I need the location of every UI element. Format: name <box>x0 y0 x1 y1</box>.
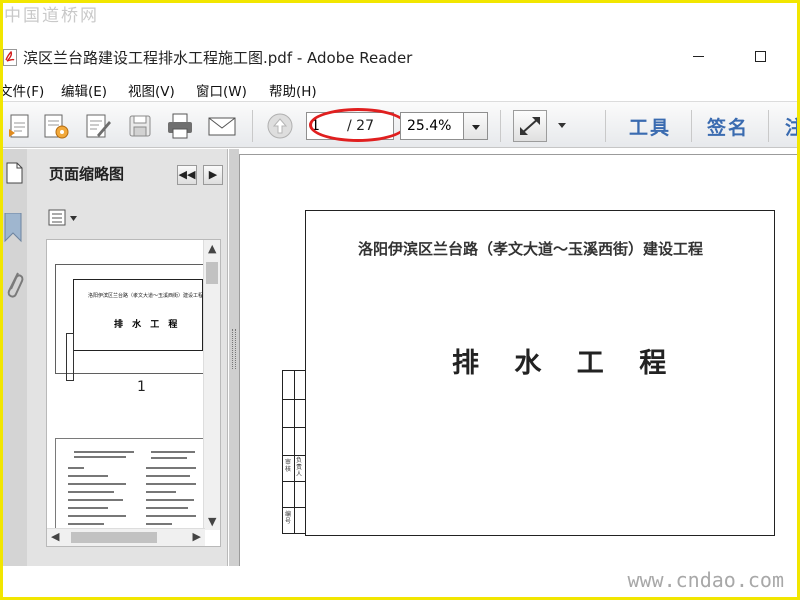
fit-page-button[interactable] <box>513 110 547 142</box>
scroll-up-arrow-icon[interactable]: ▲ <box>208 242 216 255</box>
menu-bar: 文件(F) 编辑(E) 视图(V) 窗口(W) 帮助(H) <box>0 78 797 100</box>
sign-button[interactable]: 签名 <box>707 113 749 140</box>
thumbnail-frame: 洛阳伊滨区兰台路（孝文大道～玉溪西街）建设工程 排 水 工 程 <box>73 279 203 351</box>
save-icon[interactable] <box>125 111 155 141</box>
watermark-top: 中国道桥网 <box>4 6 99 26</box>
toolbar-separator <box>252 110 253 142</box>
title-block: 审核 负责人 编号 <box>282 370 306 534</box>
thumbnail-page-number: 1 <box>137 379 146 395</box>
document-subtitle: 洛阳伊滨区兰台路（孝文大道～玉溪西街）建设工程 <box>358 240 704 258</box>
red-annotation-circle <box>309 108 407 142</box>
toolbar-separator <box>768 110 769 142</box>
comment-button[interactable]: 注 <box>785 113 800 140</box>
toolbar-separator <box>605 110 606 142</box>
create-pdf-icon[interactable] <box>5 111 35 141</box>
scroll-left-arrow-icon[interactable]: ◀ <box>51 530 59 543</box>
vertical-scroll-thumb[interactable] <box>206 262 218 284</box>
scroll-down-arrow-icon[interactable]: ▼ <box>208 515 216 528</box>
thumbnail-subtitle: 洛阳伊滨区兰台路（孝文大道～玉溪西街）建设工程 <box>88 293 204 299</box>
previous-page-icon[interactable] <box>265 111 295 141</box>
thumbnail-title: 排 水 工 程 <box>114 320 181 330</box>
thumbnail-options-button[interactable] <box>47 207 81 229</box>
toolbar: 1 / 27 25.4% 工具 签名 注 <box>3 101 800 148</box>
expand-panel-button[interactable]: ▶ <box>203 165 223 185</box>
thumbnail-list[interactable]: 洛阳伊滨区兰台路（孝文大道～玉溪西街）建设工程 排 水 工 程 1 ▲ ▼ ◀ … <box>46 239 221 547</box>
title-block-label: 负责人 <box>295 457 302 478</box>
thumbnail-title-block <box>66 333 74 381</box>
menu-edit[interactable]: 编辑(E) <box>61 80 107 100</box>
menu-view[interactable]: 视图(V) <box>128 80 175 100</box>
panel-title: 页面缩略图 <box>49 165 125 183</box>
panel-splitter[interactable] <box>229 149 239 566</box>
watermark-bottom: www.cndao.com <box>627 568 784 592</box>
title-block-label: 审核 <box>284 459 291 473</box>
collapse-panel-button[interactable]: ◀◀ <box>177 165 197 185</box>
fit-page-icon <box>520 117 540 135</box>
minimize-button[interactable] <box>693 56 704 57</box>
email-icon[interactable] <box>207 111 237 141</box>
navigation-rail <box>3 149 27 566</box>
pdf-page: 洛阳伊滨区兰台路（孝文大道～玉溪西街）建设工程 排 水 工 程 审核 负责人 编… <box>239 154 797 566</box>
tools-button[interactable]: 工具 <box>629 113 671 140</box>
zoom-field[interactable]: 25.4% <box>400 112 464 140</box>
menu-window[interactable]: 窗口(W) <box>196 80 247 100</box>
menu-file[interactable]: 文件(F) <box>0 80 44 100</box>
title-block-label: 编号 <box>284 511 291 525</box>
menu-help[interactable]: 帮助(H) <box>269 80 317 100</box>
edit-icon[interactable] <box>83 111 113 141</box>
fit-dropdown-arrow[interactable] <box>558 123 566 128</box>
print-icon[interactable] <box>165 111 195 141</box>
document-main-title: 排 水 工 程 <box>452 348 680 379</box>
thumbnail-horizontal-scrollbar[interactable]: ◀ ▶ <box>47 528 205 546</box>
pages-icon[interactable] <box>5 159 23 185</box>
thumbnail-vertical-scrollbar[interactable]: ▲ ▼ <box>203 240 220 530</box>
options-icon <box>48 209 77 226</box>
maximize-button[interactable] <box>755 51 766 62</box>
settings-pdf-icon[interactable] <box>41 111 71 141</box>
zoom-dropdown-button[interactable] <box>464 112 488 140</box>
scroll-right-arrow-icon[interactable]: ▶ <box>193 530 201 543</box>
splitter-grip[interactable] <box>232 329 236 369</box>
window-title: 滨区兰台路建设工程排水工程施工图.pdf - Adobe Reader <box>23 49 413 67</box>
pdf-file-icon <box>3 49 17 66</box>
toolbar-separator <box>691 110 692 142</box>
thumbnails-panel: 页面缩略图 ◀◀ ▶ 洛阳伊滨区兰台路（孝文大道～玉溪西街）建设工程 排 水 工… <box>27 149 228 566</box>
document-view[interactable]: 洛阳伊滨区兰台路（孝文大道～玉溪西街）建设工程 排 水 工 程 审核 负责人 编… <box>239 149 797 566</box>
thumbnail-page-1[interactable]: 洛阳伊滨区兰台路（孝文大道～玉溪西街）建设工程 排 水 工 程 <box>55 264 205 381</box>
bookmark-icon[interactable] <box>3 213 23 243</box>
horizontal-scroll-thumb[interactable] <box>71 532 157 543</box>
attachment-icon[interactable] <box>4 267 24 303</box>
toolbar-separator <box>500 110 501 142</box>
title-bar: 滨区兰台路建设工程排水工程施工图.pdf - Adobe Reader <box>3 44 797 72</box>
